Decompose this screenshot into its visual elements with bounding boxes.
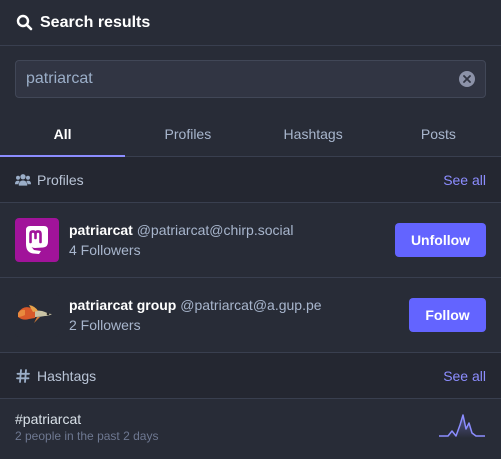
users-icon (15, 172, 31, 188)
account-handle: @patriarcat@a.gup.pe (180, 297, 322, 313)
tab-hashtags[interactable]: Hashtags (251, 112, 376, 156)
clear-search-icon[interactable] (459, 71, 475, 87)
hashtags-see-all-link[interactable]: See all (443, 368, 486, 384)
search-input[interactable] (26, 70, 459, 88)
hashtag-name[interactable]: #patriarcat (15, 410, 438, 428)
follow-button[interactable]: Follow (409, 298, 486, 332)
guppy-fish-avatar[interactable] (15, 293, 59, 337)
hashtags-section-title: Hashtags (37, 367, 97, 384)
tab-profiles[interactable]: Profiles (125, 112, 250, 156)
search-box (15, 60, 486, 98)
profiles-section-title: Profiles (37, 171, 84, 188)
profiles-see-all-link[interactable]: See all (443, 172, 486, 188)
mastodon-logo-avatar[interactable] (15, 218, 59, 262)
account-followers-count: 4 Followers (69, 242, 141, 258)
hashtag-item[interactable]: #patriarcat 2 people in the past 2 days (0, 399, 501, 455)
account-info: patriarcat @patriarcat@chirp.social 4 Fo… (69, 220, 395, 260)
account-display-name[interactable]: patriarcat (69, 222, 133, 238)
results-tabs: All Profiles Hashtags Posts (0, 112, 501, 157)
account-info: patriarcat group @patriarcat@a.gup.pe 2 … (69, 295, 409, 335)
search-bar (0, 46, 501, 112)
hash-icon (15, 368, 31, 384)
account-display-name[interactable]: patriarcat group (69, 297, 176, 313)
unfollow-button[interactable]: Unfollow (395, 223, 486, 257)
search-icon (16, 14, 34, 32)
hashtags-section-header: Hashtags See all (0, 353, 501, 399)
account-item[interactable]: patriarcat group @patriarcat@a.gup.pe 2 … (0, 278, 501, 353)
profiles-section-header: Profiles See all (0, 157, 501, 203)
account-followers-count: 2 Followers (69, 317, 141, 333)
column-header: Search results (0, 0, 501, 46)
hashtag-info: #patriarcat 2 people in the past 2 days (15, 410, 438, 444)
page-title: Search results (40, 13, 151, 31)
hashtag-usage: 2 people in the past 2 days (15, 429, 159, 443)
account-handle: @patriarcat@chirp.social (136, 222, 294, 238)
account-item[interactable]: patriarcat @patriarcat@chirp.social 4 Fo… (0, 203, 501, 278)
tab-posts[interactable]: Posts (376, 112, 501, 156)
tab-all[interactable]: All (0, 112, 126, 157)
trend-sparkline-icon (438, 411, 486, 444)
